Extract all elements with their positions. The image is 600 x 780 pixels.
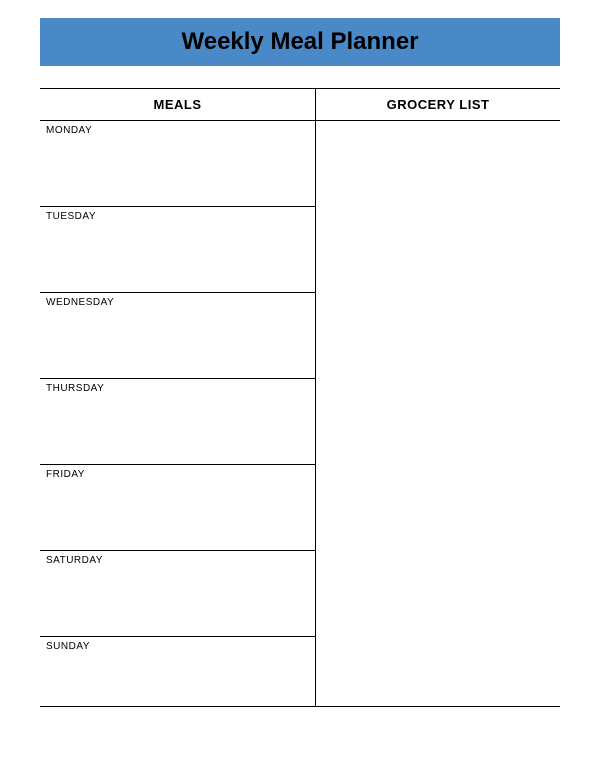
meal-planner-table: MEALS GROCERY LIST MONDAY TUESDAY WEDNES… (40, 88, 560, 707)
table-header-row: MEALS GROCERY LIST (40, 89, 560, 121)
table-row: MONDAY (40, 121, 560, 207)
day-label-saturday: SATURDAY (40, 551, 316, 637)
title-banner: Weekly Meal Planner (40, 18, 560, 66)
day-label-monday: MONDAY (40, 121, 316, 207)
grocery-list-cell (316, 121, 560, 707)
day-label-wednesday: WEDNESDAY (40, 293, 316, 379)
day-label-thursday: THURSDAY (40, 379, 316, 465)
day-label-tuesday: TUESDAY (40, 207, 316, 293)
column-header-meals: MEALS (40, 89, 316, 121)
day-label-friday: FRIDAY (40, 465, 316, 551)
page-title: Weekly Meal Planner (182, 28, 419, 56)
column-header-grocery: GROCERY LIST (316, 89, 560, 121)
day-label-sunday: SUNDAY (40, 637, 316, 707)
